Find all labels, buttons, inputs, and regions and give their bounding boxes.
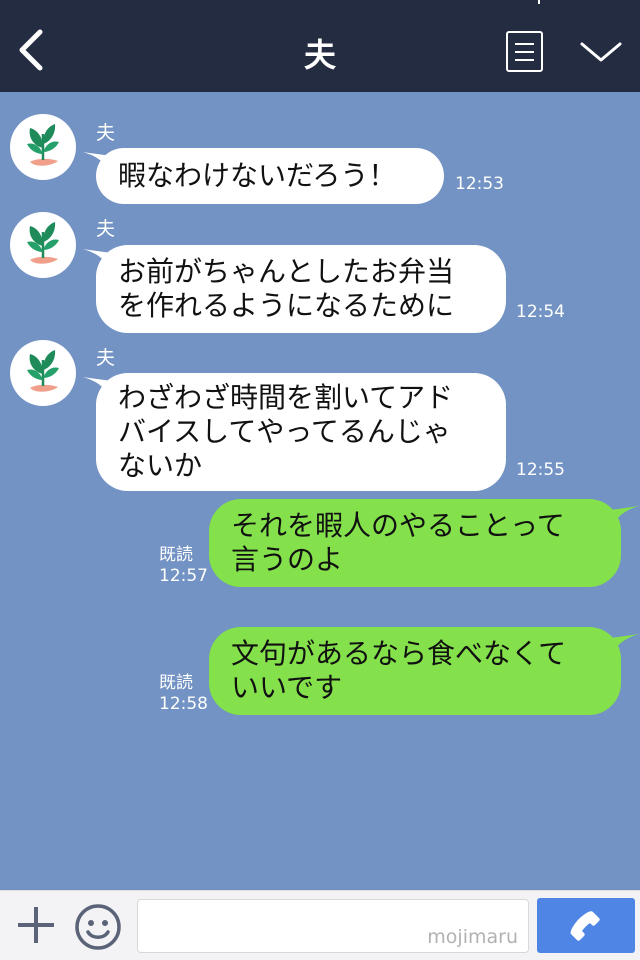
sprout-icon xyxy=(27,350,59,392)
watermark: mojimaru xyxy=(427,926,518,948)
message-input[interactable]: mojimaru xyxy=(137,899,529,953)
menu-list-icon[interactable] xyxy=(506,31,543,72)
message-time: 12:57 xyxy=(159,566,208,586)
plus-icon[interactable] xyxy=(16,905,56,945)
chat-title: 夫 xyxy=(303,36,336,74)
read-receipt: 既読 xyxy=(159,673,193,693)
call-button[interactable] xyxy=(537,898,635,953)
message-time: 12:55 xyxy=(516,460,565,480)
sender-name: 夫 xyxy=(96,218,116,240)
message-bubble: お前がちゃんとしたお弁当 を作れるようになるために xyxy=(96,245,506,333)
sprout-icon xyxy=(27,222,59,264)
message-bubble: 暇なわけないだろう！ xyxy=(96,148,444,204)
message-bubble: わざわざ時間を割いてアド バイスしてやってるんじゃ ないか xyxy=(96,373,506,491)
message-time: 12:54 xyxy=(516,302,565,322)
message-bubble: 文句があるなら食べなくて いいです xyxy=(209,627,621,715)
chevron-down-icon[interactable] xyxy=(578,36,624,66)
avatar[interactable] xyxy=(10,340,76,406)
bubble-tail xyxy=(610,506,640,528)
chat-header: 夫 xyxy=(0,0,640,92)
status-mark xyxy=(538,0,540,4)
sprout-icon xyxy=(27,124,59,166)
sender-name: 夫 xyxy=(96,122,116,144)
message-bubble: それを暇人のやることって 言うのよ xyxy=(209,499,621,587)
bubble-tail xyxy=(610,634,640,656)
avatar[interactable] xyxy=(10,212,76,278)
input-bar: mojimaru xyxy=(0,890,640,960)
phone-icon xyxy=(570,911,600,941)
message-time: 12:58 xyxy=(159,694,208,714)
message-time: 12:53 xyxy=(455,174,504,194)
avatar[interactable] xyxy=(10,114,76,180)
sender-name: 夫 xyxy=(96,347,116,369)
smiley-icon[interactable] xyxy=(74,903,122,951)
read-receipt: 既読 xyxy=(159,545,193,565)
